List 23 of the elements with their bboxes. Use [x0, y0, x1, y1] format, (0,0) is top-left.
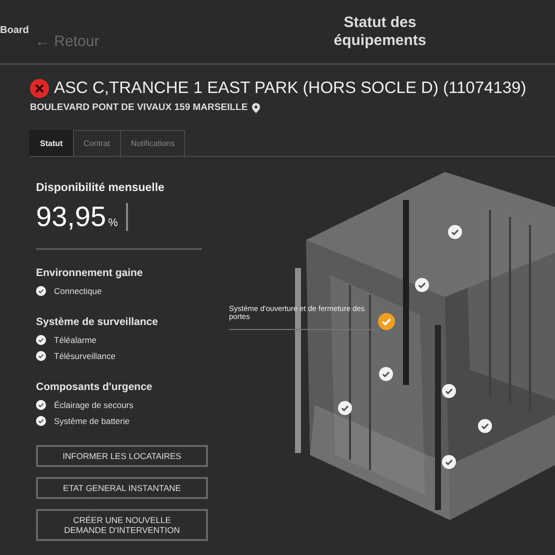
section-title: Système de surveillance [36, 316, 159, 328]
tab[interactable]: Statut [29, 130, 74, 156]
equipment-name: ASC C,TRANCHE 1 EAST PARK (HORS SOCLE D) (11074139) [54, 79, 526, 98]
tab[interactable]: Contrat [72, 130, 121, 156]
action-button[interactable]: INFORMER LES LOCATAIRES [36, 445, 208, 467]
status-label: Télésurveillance [54, 351, 116, 361]
status-label: Téléalarme [54, 335, 97, 345]
action-button[interactable]: CRÉER UNE NOUVELLE DEMANDE D'INTERVENTION [36, 509, 208, 541]
breadcrumb-link[interactable]: Board [0, 25, 29, 36]
text-cursor [126, 203, 128, 231]
status-label: Système de batterie [54, 416, 130, 426]
tab[interactable]: Notifications [120, 130, 186, 156]
section-title: Composants d'urgence [36, 381, 154, 393]
status-label: Éclairage de secours [54, 400, 134, 410]
percent-unit: % [108, 217, 118, 229]
action-button[interactable]: ETAT GENERAL INSTANTANE [36, 477, 208, 499]
section-title: Environnement gaine [36, 267, 144, 279]
status-label: Connectique [54, 286, 102, 296]
page-title: Statut des équipements [332, 14, 428, 50]
location-pin-icon [252, 102, 260, 112]
availability-value: 93,95 [36, 202, 106, 232]
availability-label: Disponibilité mensuelle [36, 182, 166, 194]
equipment-address: BOULEVARD PONT DE VIVAUX 159 MARSEILLE [30, 102, 248, 113]
